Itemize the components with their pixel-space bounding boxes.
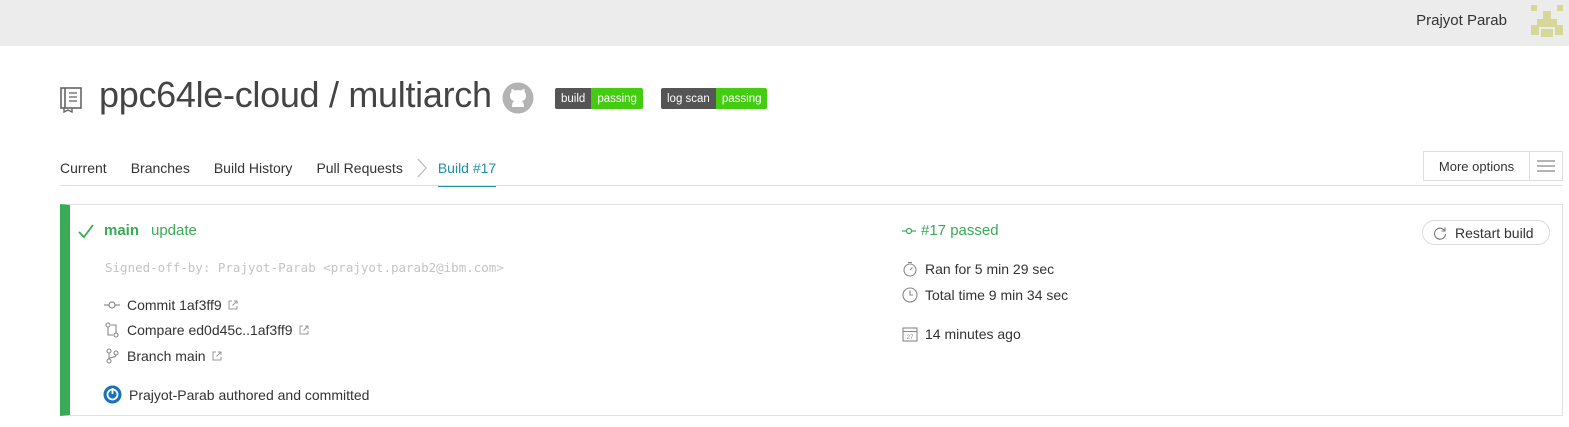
stopwatch-icon <box>903 261 917 277</box>
ran-for-row: Ran for 5 min 29 sec <box>902 261 1054 277</box>
tab-current[interactable]: Current <box>60 158 107 186</box>
passed-check-icon <box>78 224 94 239</box>
build-status-text: #17 passed <box>921 222 999 239</box>
restart-icon <box>1433 227 1447 240</box>
repository-title: ppc64le-cloud / multiarch <box>99 74 492 115</box>
tab-pull-requests[interactable]: Pull Requests <box>316 158 402 186</box>
external-link-icon[interactable] <box>228 300 238 310</box>
more-options-button[interactable]: More options <box>1423 151 1563 181</box>
total-time-row: Total time 9 min 34 sec <box>902 287 1068 303</box>
compare-icon <box>105 322 119 338</box>
user-avatar-icon[interactable] <box>1529 3 1565 39</box>
build-status-badge[interactable]: build passing <box>555 88 643 109</box>
badge-value: passing <box>591 88 643 109</box>
log-scan-badge[interactable]: log scan passing <box>661 88 768 109</box>
profile-name-link[interactable]: Prajyot Parab <box>1416 12 1507 29</box>
tab-branches[interactable]: Branches <box>131 158 190 186</box>
badge-label: log scan <box>661 88 716 109</box>
commit-signoff-text: Signed-off-by: Prajyot-Parab <prajyot.pa… <box>105 260 504 275</box>
author-text: Prajyot-Parab authored and committed <box>129 386 370 403</box>
commit-link[interactable]: Commit 1af3ff9 <box>127 297 222 313</box>
tab-build-history[interactable]: Build History <box>214 158 293 186</box>
commit-icon <box>104 301 120 309</box>
breadcrumb-chevron-icon <box>417 158 427 178</box>
branch-icon <box>106 348 119 364</box>
commit-row: Commit 1af3ff9 <box>104 297 238 313</box>
author-avatar-icon[interactable] <box>103 385 122 404</box>
ran-for-text: Ran for 5 min 29 sec <box>925 261 1055 277</box>
commit-message-link[interactable]: update <box>151 222 197 239</box>
hamburger-menu-icon <box>1530 152 1562 180</box>
compare-row: Compare ed0d45c..1af3ff9 <box>104 322 309 338</box>
restart-build-button[interactable]: Restart build <box>1422 220 1550 245</box>
finished-ago-text: 14 minutes ago <box>925 326 1021 342</box>
branch-name-link[interactable]: main <box>104 222 139 239</box>
github-icon[interactable] <box>502 82 534 114</box>
tabs-divider <box>60 185 1563 186</box>
branch-row: Branch main <box>104 348 222 364</box>
external-link-icon[interactable] <box>212 351 222 361</box>
compare-link[interactable]: Compare ed0d45c..1af3ff9 <box>127 322 293 338</box>
build-number-status-link[interactable]: #17 passed <box>902 222 999 239</box>
finished-ago-row: 27 14 minutes ago <box>902 326 1021 342</box>
badge-value: passing <box>715 88 768 109</box>
commit-icon <box>902 227 916 234</box>
badge-label: build <box>555 88 592 109</box>
branch-link[interactable]: Branch main <box>127 348 206 364</box>
clock-icon <box>902 287 918 303</box>
more-options-label: More options <box>1424 152 1530 180</box>
calendar-day-text: 27 <box>907 335 914 341</box>
total-time-text: Total time 9 min 34 sec <box>925 287 1069 303</box>
external-link-icon[interactable] <box>299 325 309 335</box>
repo-tabs: Current Branches Build History Pull Requ… <box>60 158 497 187</box>
top-bar: Prajyot Parab <box>0 0 1569 46</box>
repository-book-icon <box>60 87 82 113</box>
author-row: Prajyot-Parab authored and committed <box>103 385 369 404</box>
calendar-icon: 27 <box>902 327 918 342</box>
tab-build-17[interactable]: Build #17 <box>437 158 497 187</box>
restart-build-label: Restart build <box>1455 224 1534 241</box>
